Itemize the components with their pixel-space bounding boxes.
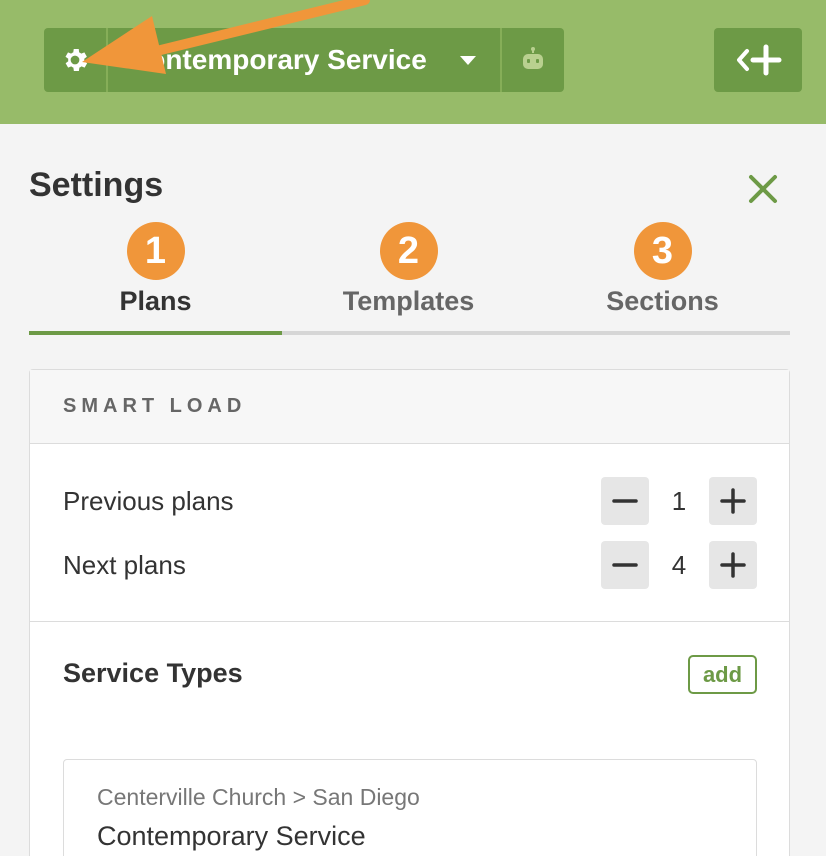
add-service-type-button[interactable]: add — [688, 655, 757, 694]
settings-title: Settings — [29, 166, 164, 204]
collapse-add-icon — [737, 44, 782, 76]
service-type-dropdown[interactable]: Contemporary Service — [108, 28, 502, 92]
service-type-item[interactable]: Centerville Church > San Diego Contempor… — [63, 759, 757, 856]
chevron-down-icon — [460, 55, 476, 65]
bot-button[interactable] — [502, 28, 564, 92]
service-type-item-name: Contemporary Service — [97, 821, 366, 851]
previous-plans-stepper: 1 — [601, 477, 757, 525]
next-plans-increment-button[interactable] — [709, 541, 757, 589]
robot-icon — [523, 47, 543, 69]
previous-plans-value: 1 — [671, 485, 687, 516]
service-button-group: Contemporary Service — [44, 28, 564, 92]
tab-label: Plans — [119, 286, 192, 316]
top-bar: Contemporary Service — [0, 0, 826, 124]
smart-load-card: SMART LOAD Previous plans 1 Next plans 4… — [29, 369, 790, 856]
tab-label: Templates — [342, 286, 475, 316]
next-plans-label: Next plans — [63, 549, 186, 580]
tab-sections[interactable]: 3 Sections — [536, 222, 789, 332]
active-tab-indicator — [29, 331, 282, 335]
collapse-sidebar-button[interactable] — [714, 28, 802, 92]
previous-plans-decrement-button[interactable] — [601, 477, 649, 525]
tab-step-badge: 2 — [379, 222, 438, 280]
tab-step-badge: 1 — [126, 222, 185, 280]
service-type-name: Contemporary Service — [128, 44, 427, 75]
next-plans-row: Next plans 4 — [63, 541, 757, 589]
gear-icon — [65, 49, 88, 71]
settings-button[interactable] — [44, 28, 108, 92]
next-plans-decrement-button[interactable] — [601, 541, 649, 589]
service-types-title: Service Types — [63, 658, 243, 688]
previous-plans-row: Previous plans 1 — [63, 477, 757, 525]
tab-label: Sections — [606, 286, 719, 316]
smart-load-heading: SMART LOAD — [30, 370, 789, 444]
tab-templates[interactable]: 2 Templates — [282, 222, 535, 332]
minus-icon — [612, 499, 638, 503]
minus-icon — [612, 563, 638, 567]
close-icon[interactable] — [746, 172, 780, 206]
tab-step-badge: 3 — [633, 222, 692, 280]
previous-plans-increment-button[interactable] — [709, 477, 757, 525]
settings-tabs: 1 Plans 2 Templates 3 Sections — [29, 222, 789, 336]
plus-icon — [720, 552, 746, 578]
section-divider — [30, 621, 789, 622]
next-plans-stepper: 4 — [601, 541, 757, 589]
service-type-path: Centerville Church > San Diego — [97, 784, 420, 810]
previous-plans-label: Previous plans — [63, 485, 234, 516]
next-plans-value: 4 — [671, 549, 687, 580]
tab-plans[interactable]: 1 Plans — [29, 222, 282, 332]
plus-icon — [720, 488, 746, 514]
